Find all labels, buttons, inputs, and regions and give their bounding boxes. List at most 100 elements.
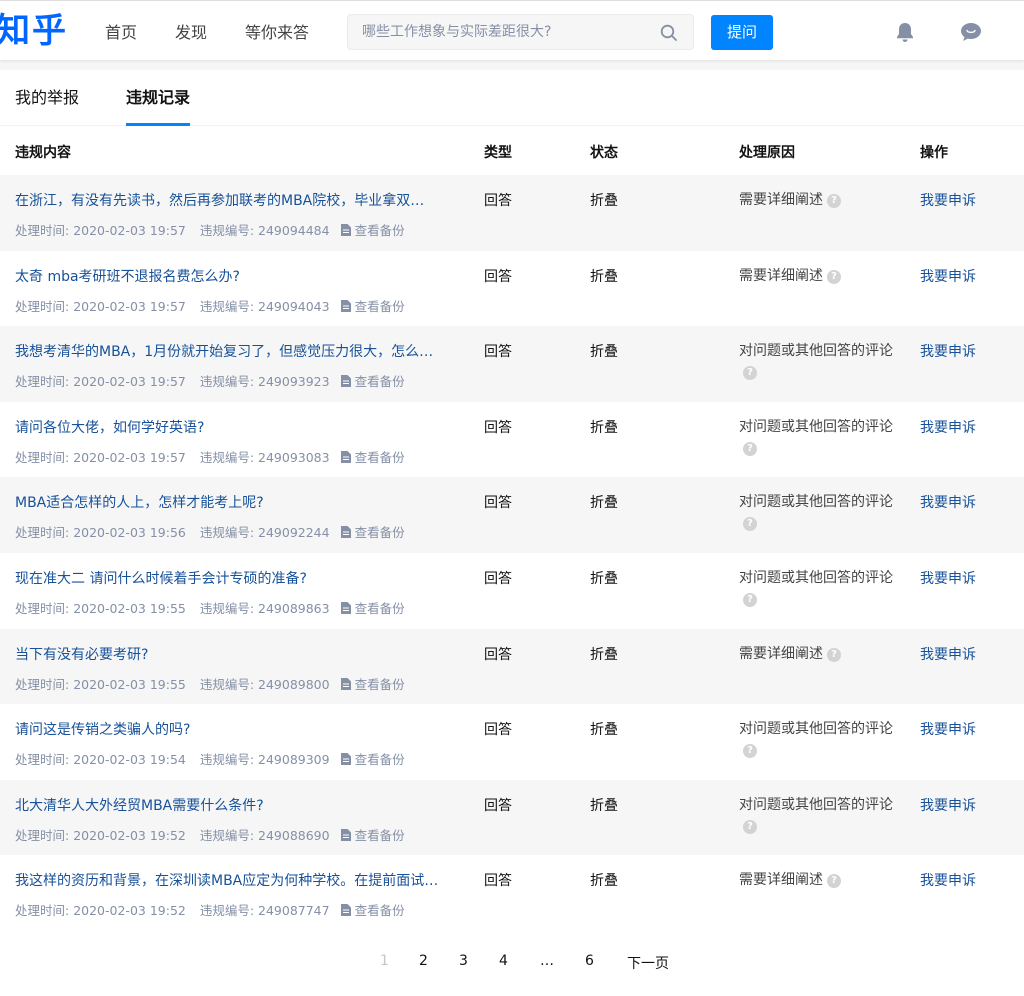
time-label: 处理时间: [15, 827, 70, 843]
view-backup-link[interactable]: 查看备份 [355, 450, 405, 465]
violation-title-link[interactable]: 请问各位大佬，如何学好英语? [15, 417, 460, 437]
process-time: 2020-02-03 19:54 [73, 752, 186, 768]
table-row: 当下有没有必要考研? 处理时间: 2020-02-03 19:55 违规编号: … [0, 628, 1024, 705]
id-label: 违规编号: [199, 600, 255, 616]
help-question-icon[interactable]: ? [827, 874, 841, 889]
page-1: 1 [380, 953, 389, 969]
violation-status: 折叠 [590, 268, 618, 285]
table-row: MBA适合怎样的人上，怎样才能考上呢? 处理时间: 2020-02-03 19:… [0, 477, 1024, 553]
id-label: 违规编号: [199, 298, 255, 314]
violation-title-link[interactable]: 当下有没有必要考研? [15, 644, 460, 664]
column-header-type: 类型 [484, 145, 512, 161]
page-4[interactable]: 4 [499, 953, 508, 969]
violation-title-link[interactable]: 太奇 mba考研班不退报名费怎么办? [15, 266, 460, 286]
violation-meta: 处理时间: 2020-02-03 19:55 违规编号: 249089800 查… [15, 674, 405, 693]
appeal-link[interactable]: 我要申诉 [920, 341, 976, 361]
violation-title-link[interactable]: 我这样的资历和背景，在深圳读MBA应定为何种学校。在提前面试… [15, 870, 460, 890]
view-backup-link[interactable]: 查看备份 [355, 525, 405, 540]
appeal-link[interactable]: 我要申诉 [920, 492, 976, 512]
column-header-status: 状态 [590, 145, 618, 161]
process-time: 2020-02-03 19:57 [73, 223, 186, 238]
nav-waiting-answers[interactable]: 等你来答 [245, 19, 309, 43]
messages-icon[interactable] [960, 22, 982, 42]
view-backup-link[interactable]: 查看备份 [355, 374, 405, 389]
appeal-link[interactable]: 我要申诉 [920, 417, 976, 437]
help-question-icon[interactable]: ? [743, 819, 757, 834]
reason-text: 对问题或其他回答的评论 [739, 569, 893, 586]
tab-my-reports[interactable]: 我的举报 [15, 70, 79, 126]
id-label: 违规编号: [199, 827, 255, 843]
id-label: 违规编号: [199, 752, 255, 768]
id-label: 违规编号: [199, 525, 255, 541]
help-question-icon[interactable]: ? [827, 194, 841, 208]
violation-type: 回答 [484, 419, 512, 436]
violation-title-link[interactable]: 现在准大二 请问什么时候着手会计专硕的准备? [15, 568, 460, 588]
help-question-icon[interactable]: ? [743, 744, 757, 759]
view-backup-link[interactable]: 查看备份 [355, 752, 405, 767]
violation-id: 249089863 [258, 600, 330, 616]
ask-question-button[interactable]: 提问 [711, 15, 773, 50]
violation-title-link[interactable]: MBA适合怎样的人上，怎样才能考上呢? [15, 492, 460, 512]
tab-violation-records[interactable]: 违规记录 [126, 70, 191, 126]
help-question-icon[interactable]: ? [743, 366, 757, 381]
appeal-link[interactable]: 我要申诉 [920, 568, 976, 588]
appeal-link[interactable]: 我要申诉 [920, 795, 976, 815]
column-header-content: 违规内容 [15, 145, 71, 161]
violation-id: 249093923 [258, 374, 330, 390]
notification-bell-icon[interactable] [894, 21, 916, 43]
violation-reason: 对问题或其他回答的评论? [739, 719, 895, 761]
page-2[interactable]: 2 [419, 953, 428, 969]
violation-id: 249087747 [258, 903, 330, 919]
help-question-icon[interactable]: ? [743, 592, 757, 607]
violation-type: 回答 [484, 495, 512, 512]
next-page-link[interactable]: 下一页 [627, 953, 669, 973]
process-time: 2020-02-03 19:57 [73, 374, 186, 390]
appeal-link[interactable]: 我要申诉 [920, 870, 976, 890]
reason-text: 需要详细阐述 [739, 192, 823, 208]
page-3[interactable]: 3 [459, 953, 468, 969]
appeal-link[interactable]: 我要申诉 [920, 266, 976, 286]
violation-id: 249089309 [258, 752, 330, 768]
violation-title-link[interactable]: 请问这是传销之类骗人的吗? [15, 719, 460, 739]
top-navigation-bar: 知乎 首页 发现 等你来答 提问 [0, 0, 1024, 60]
appeal-link[interactable]: 我要申诉 [920, 190, 976, 210]
search-box [347, 14, 694, 50]
search-icon[interactable] [660, 24, 678, 42]
view-backup-link[interactable]: 查看备份 [355, 299, 405, 314]
zhihu-logo[interactable]: 知乎 [0, 9, 68, 53]
help-question-icon[interactable]: ? [827, 647, 841, 662]
violation-reason: 对问题或其他回答的评论? [739, 341, 895, 383]
view-backup-link[interactable]: 查看备份 [355, 223, 405, 238]
violation-id: 249093083 [258, 449, 330, 465]
reason-text: 需要详细阐述 [739, 267, 823, 284]
document-icon [340, 904, 351, 917]
appeal-link[interactable]: 我要申诉 [920, 719, 976, 739]
id-label: 违规编号: [199, 903, 255, 919]
view-backup-link[interactable]: 查看备份 [355, 903, 405, 918]
nav-discover[interactable]: 发现 [175, 19, 207, 43]
table-row: 我想考清华的MBA，1月份就开始复习了，但感觉压力很大，怎么… 处理时间: 20… [0, 326, 1024, 402]
violation-status: 折叠 [590, 495, 618, 512]
help-question-icon[interactable]: ? [827, 269, 841, 284]
document-icon [340, 526, 351, 539]
page-6[interactable]: 6 [585, 953, 594, 969]
violation-title-link[interactable]: 我想考清华的MBA，1月份就开始复习了，但感觉压力很大，怎么… [15, 341, 460, 361]
nav-home[interactable]: 首页 [105, 19, 137, 43]
violation-id: 249094043 [258, 298, 330, 314]
reason-text: 对问题或其他回答的评论 [739, 343, 893, 360]
document-icon [340, 299, 351, 312]
view-backup-link[interactable]: 查看备份 [355, 828, 405, 843]
help-question-icon[interactable]: ? [743, 441, 757, 456]
view-backup-link[interactable]: 查看备份 [355, 677, 405, 692]
reason-text: 需要详细阐述 [739, 645, 823, 662]
violation-table: 在浙江，有没有先读书，然后再参加联考的MBA院校，毕业拿双… 处理时间: 202… [0, 175, 1024, 931]
violation-title-link[interactable]: 北大清华人大外经贸MBA需要什么条件? [15, 795, 460, 815]
view-backup-link[interactable]: 查看备份 [355, 601, 405, 616]
search-input[interactable] [348, 15, 648, 49]
appeal-link[interactable]: 我要申诉 [920, 644, 976, 664]
document-icon [340, 601, 351, 614]
violation-meta: 处理时间: 2020-02-03 19:54 违规编号: 249089309 查… [15, 749, 405, 768]
violation-status: 折叠 [590, 193, 618, 209]
help-question-icon[interactable]: ? [743, 517, 757, 532]
violation-title-link[interactable]: 在浙江，有没有先读书，然后再参加联考的MBA院校，毕业拿双… [15, 190, 460, 210]
